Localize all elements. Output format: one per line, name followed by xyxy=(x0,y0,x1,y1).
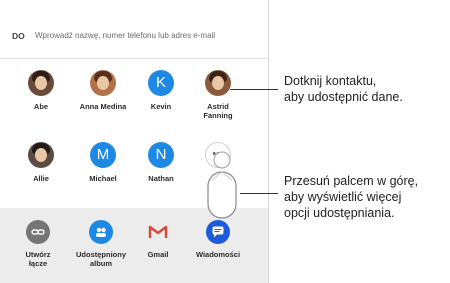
to-label: DO xyxy=(12,31,25,41)
contact-kevin[interactable]: K Kevin xyxy=(131,70,191,111)
create-link-button[interactable]: Utwórz łącze xyxy=(8,220,68,268)
avatar: K xyxy=(148,70,174,96)
contact-abe[interactable]: Abe xyxy=(11,70,71,111)
avatar xyxy=(90,70,116,96)
avatar xyxy=(28,70,54,96)
contact-name-line: Astrid Fanning xyxy=(203,102,233,120)
contact-anna-medina[interactable]: Anna Medina xyxy=(73,70,133,111)
avatar: M xyxy=(90,142,116,168)
contact-name: Allie xyxy=(33,174,49,183)
app-label: Udostępniony album xyxy=(76,250,126,268)
share-sheet: DO Wprowadź nazwę, numer telefonu lub ad… xyxy=(0,0,269,283)
shared-album-button[interactable]: Udostępniony album xyxy=(71,220,131,268)
contact-name: Nathan xyxy=(148,174,174,183)
app-label: Utwórz łącze xyxy=(25,250,51,268)
swipe-up-gesture-icon xyxy=(207,151,237,219)
avatar xyxy=(28,142,54,168)
recipient-row[interactable]: DO Wprowadź nazwę, numer telefonu lub ad… xyxy=(0,22,268,59)
contact-name: Anna Medina xyxy=(79,102,127,111)
callout-swipe-up: Przesuń palcem w górę, aby wyświetlić wi… xyxy=(284,174,419,220)
gmail-icon xyxy=(146,220,170,244)
app-label: Gmail xyxy=(147,250,169,259)
contact-name: Kevin xyxy=(150,102,172,111)
messages-button[interactable]: Wiadomości xyxy=(188,220,248,259)
avatar: N xyxy=(148,142,174,168)
contact-nathan[interactable]: N Nathan xyxy=(131,142,191,183)
link-icon xyxy=(26,220,50,244)
shared-album-icon xyxy=(89,220,113,244)
contact-astrid-fanning[interactable]: Astrid Fanning xyxy=(188,70,248,120)
contact-michael[interactable]: M Michael xyxy=(73,142,133,183)
contact-name: Astrid Fanning xyxy=(188,102,248,120)
contact-allie[interactable]: Allie xyxy=(11,142,71,183)
avatar xyxy=(205,70,231,96)
callout-line-top xyxy=(230,89,278,90)
app-label: Wiadomości xyxy=(195,250,241,259)
callout-tap-contact: Dotknij kontaktu, aby udostępnić dane. xyxy=(284,74,403,104)
gmail-button[interactable]: Gmail xyxy=(128,220,188,259)
contact-name: Abe xyxy=(33,102,49,111)
callout-line-bottom xyxy=(240,193,278,194)
messages-icon xyxy=(206,220,230,244)
contact-name: Michael xyxy=(89,174,117,183)
recipient-input[interactable]: Wprowadź nazwę, numer telefonu lub adres… xyxy=(35,31,215,40)
